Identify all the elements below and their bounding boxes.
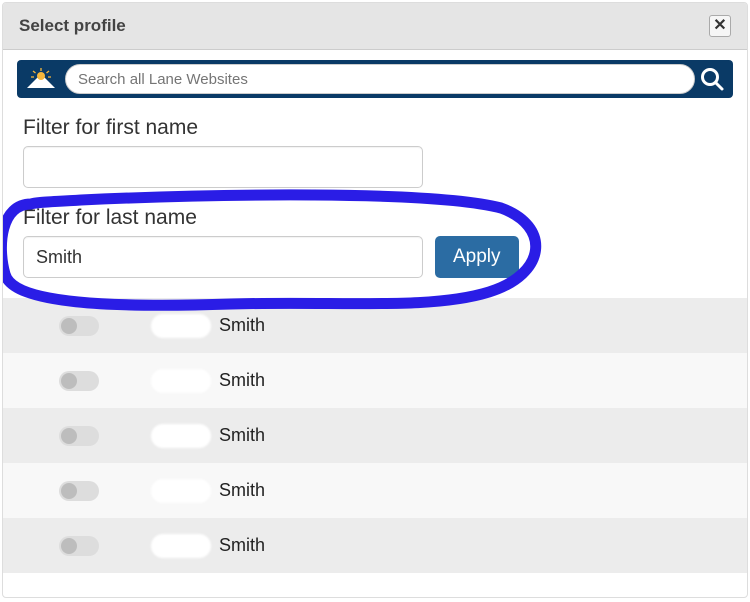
redacted-first-name [151,424,211,448]
table-row: Smith [3,408,747,463]
table-row: Smith [3,518,747,573]
close-icon: ✕ [713,18,726,34]
select-toggle[interactable] [59,481,99,501]
last-name-cell: Smith [209,370,731,391]
select-profile-dialog: Select profile ✕ [2,2,748,598]
apply-button[interactable]: Apply [435,236,519,278]
table-row: Smith [3,463,747,518]
dialog-title: Select profile [19,16,126,36]
table-row: Smith [3,353,747,408]
site-search-button[interactable] [695,64,729,94]
search-icon [699,66,725,92]
filters-section: Filter for first name Filter for last na… [3,104,747,292]
first-name-input[interactable] [23,146,423,188]
table-row: Smith [3,298,747,353]
site-search-input[interactable] [65,64,695,94]
dialog-header: Select profile ✕ [3,3,747,50]
close-button[interactable]: ✕ [709,15,731,37]
select-toggle[interactable] [59,371,99,391]
select-toggle[interactable] [59,426,99,446]
site-search-bar [17,60,733,98]
redacted-first-name [151,314,211,338]
last-name-input[interactable] [23,236,423,278]
last-name-cell: Smith [209,425,731,446]
last-name-cell: Smith [209,480,731,501]
last-name-cell: Smith [209,535,731,556]
last-name-cell: Smith [209,315,731,336]
select-toggle[interactable] [59,536,99,556]
redacted-first-name [151,479,211,503]
select-toggle[interactable] [59,316,99,336]
dialog-body: Filter for first name Filter for last na… [3,60,747,573]
redacted-first-name [151,534,211,558]
first-name-label: Filter for first name [23,116,727,140]
last-name-label: Filter for last name [23,206,727,230]
redacted-first-name [151,369,211,393]
results-table: Smith Smith Smith Smith Smith [3,298,747,573]
lane-sun-logo-icon [21,64,61,94]
